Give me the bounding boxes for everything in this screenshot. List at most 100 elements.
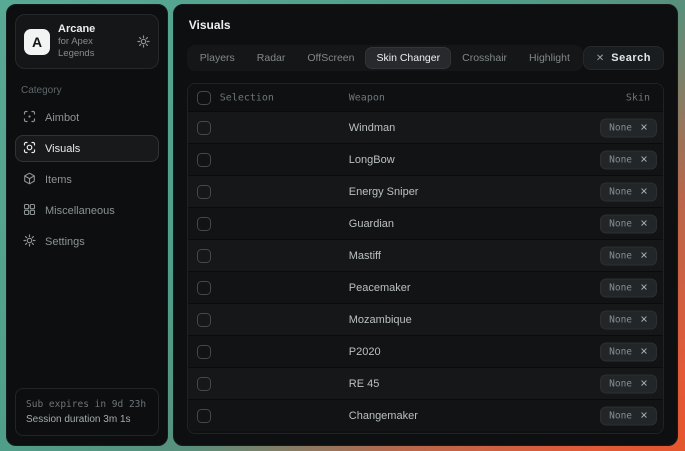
column-header-skin: Skin (626, 92, 650, 103)
row-checkbox[interactable] (197, 185, 211, 199)
sidebar-nav: Aimbot Visuals Items Miscellaneous Settings (15, 104, 159, 255)
weapon-name: Guardian (349, 218, 394, 230)
sidebar-item-label: Items (45, 174, 72, 186)
tab-highlight[interactable]: Highlight (519, 48, 580, 68)
tab-bar: PlayersRadarOffScreenSkin ChangerCrossha… (187, 45, 583, 71)
grid-icon (23, 203, 36, 219)
sidebar-item-items[interactable]: Items (15, 166, 159, 193)
clear-skin-icon[interactable]: ✕ (640, 250, 648, 261)
clear-skin-icon[interactable]: ✕ (640, 122, 648, 133)
clear-skin-icon[interactable]: ✕ (640, 314, 648, 325)
clear-skin-icon[interactable]: ✕ (640, 346, 648, 357)
clear-skin-icon[interactable]: ✕ (640, 154, 648, 165)
crosshair-icon (23, 110, 36, 126)
skin-value: None (609, 378, 632, 389)
weapon-name: P2020 (349, 346, 381, 358)
clear-skin-icon[interactable]: ✕ (640, 282, 648, 293)
table-row: P2020 None ✕ (188, 335, 663, 367)
table-row: Energy Sniper None ✕ (188, 175, 663, 207)
row-checkbox[interactable] (197, 409, 211, 423)
select-all-checkbox[interactable] (197, 91, 211, 105)
sidebar-item-visuals[interactable]: Visuals (15, 135, 159, 162)
row-checkbox[interactable] (197, 217, 211, 231)
clear-skin-icon[interactable]: ✕ (640, 186, 648, 197)
skin-value: None (609, 410, 632, 421)
table-row: Peacemaker None ✕ (188, 271, 663, 303)
skin-select[interactable]: None ✕ (600, 246, 657, 265)
table-header-row: Selection Weapon Skin (188, 84, 663, 111)
skin-select[interactable]: None ✕ (600, 150, 657, 169)
app-logo: A (24, 29, 50, 55)
table-row: MastiffNone✕ (188, 239, 663, 271)
tab-crosshair[interactable]: Crosshair (452, 48, 517, 68)
clear-skin-icon[interactable]: ✕ (640, 218, 648, 229)
tab-offscreen[interactable]: OffScreen (297, 48, 364, 68)
skin-select[interactable]: None ✕ (600, 214, 657, 233)
table-row: RE 45 None ✕ (188, 367, 663, 399)
sidebar-item-label: Settings (45, 236, 85, 248)
skin-value: None (609, 218, 632, 229)
weapon-name: Energy Sniper (349, 186, 419, 198)
skin-value: None (609, 250, 632, 261)
skin-select[interactable]: None ✕ (600, 182, 657, 201)
row-checkbox[interactable] (197, 377, 211, 391)
row-checkbox[interactable] (197, 313, 211, 327)
table-row: Changemaker None ✕ (188, 399, 663, 431)
session-duration-text: Session duration 3m 1s (26, 412, 148, 427)
tab-radar[interactable]: Radar (247, 48, 296, 68)
weapon-name: RE 45 (349, 378, 380, 390)
tab-players[interactable]: Players (190, 48, 245, 68)
sidebar-item-miscellaneous[interactable]: Miscellaneous (15, 197, 159, 224)
app-window: A Arcane for Apex Legends Category Aimbo… (6, 4, 678, 446)
clear-skin-icon[interactable]: ✕ (640, 410, 648, 421)
tab-skin-changer[interactable]: Skin Changer (366, 48, 450, 68)
sidebar-item-label: Miscellaneous (45, 205, 115, 217)
weapon-name: Peacemaker (349, 282, 411, 294)
skin-value: None (609, 282, 632, 293)
column-header-weapon: Weapon (349, 92, 385, 103)
clear-skin-icon[interactable]: ✕ (640, 378, 648, 389)
row-checkbox[interactable] (197, 121, 211, 135)
skin-value: None (609, 346, 632, 357)
weapon-name: LongBow (349, 154, 395, 166)
table-row: LongBow None ✕ (188, 143, 663, 175)
close-icon: ✕ (596, 53, 604, 64)
sidebar-item-settings[interactable]: Settings (15, 228, 159, 255)
skin-select[interactable]: None✕ (600, 118, 657, 137)
app-name: Arcane (58, 23, 129, 36)
weapon-name: Windman (349, 122, 395, 134)
page-title: Visuals (189, 18, 664, 32)
skin-select[interactable]: None ✕ (600, 342, 657, 361)
skin-select[interactable]: None ✕ (600, 406, 657, 425)
table-body: WindmanNone✕LongBowNone✕Energy SniperNon… (188, 111, 663, 431)
app-subtitle: for Apex Legends (58, 36, 129, 60)
skin-value: None (609, 154, 632, 165)
skin-table: Selection Weapon Skin WindmanNone✕LongBo… (187, 83, 664, 434)
gear-icon[interactable] (137, 35, 150, 48)
sub-expires-text: Sub expires in 9d 23h (26, 397, 148, 412)
app-header-card: A Arcane for Apex Legends (15, 14, 159, 69)
row-checkbox[interactable] (197, 153, 211, 167)
sidebar: A Arcane for Apex Legends Category Aimbo… (6, 4, 168, 446)
skin-value: None (609, 186, 632, 197)
weapon-name: Mozambique (349, 314, 412, 326)
main-panel: Visuals PlayersRadarOffScreenSkin Change… (173, 4, 678, 446)
skin-select[interactable]: None✕ (600, 310, 657, 329)
eye-scan-icon (23, 141, 36, 157)
row-checkbox[interactable] (197, 249, 211, 263)
skin-select[interactable]: None ✕ (600, 278, 657, 297)
sidebar-item-aimbot[interactable]: Aimbot (15, 104, 159, 131)
row-checkbox[interactable] (197, 281, 211, 295)
row-checkbox[interactable] (197, 345, 211, 359)
skin-select[interactable]: None ✕ (600, 374, 657, 393)
subscription-card: Sub expires in 9d 23h Session duration 3… (15, 388, 159, 436)
search-button[interactable]: ✕ Search (583, 46, 664, 70)
table-row: Guardian None ✕ (188, 207, 663, 239)
category-label: Category (21, 85, 159, 96)
column-header-selection: Selection (220, 92, 274, 103)
sidebar-item-label: Visuals (45, 143, 80, 155)
gear-icon (23, 234, 36, 250)
table-row: Windman None✕ (188, 111, 663, 143)
weapon-name: Changemaker (349, 410, 418, 422)
table-row: Mozambique None✕ (188, 303, 663, 335)
